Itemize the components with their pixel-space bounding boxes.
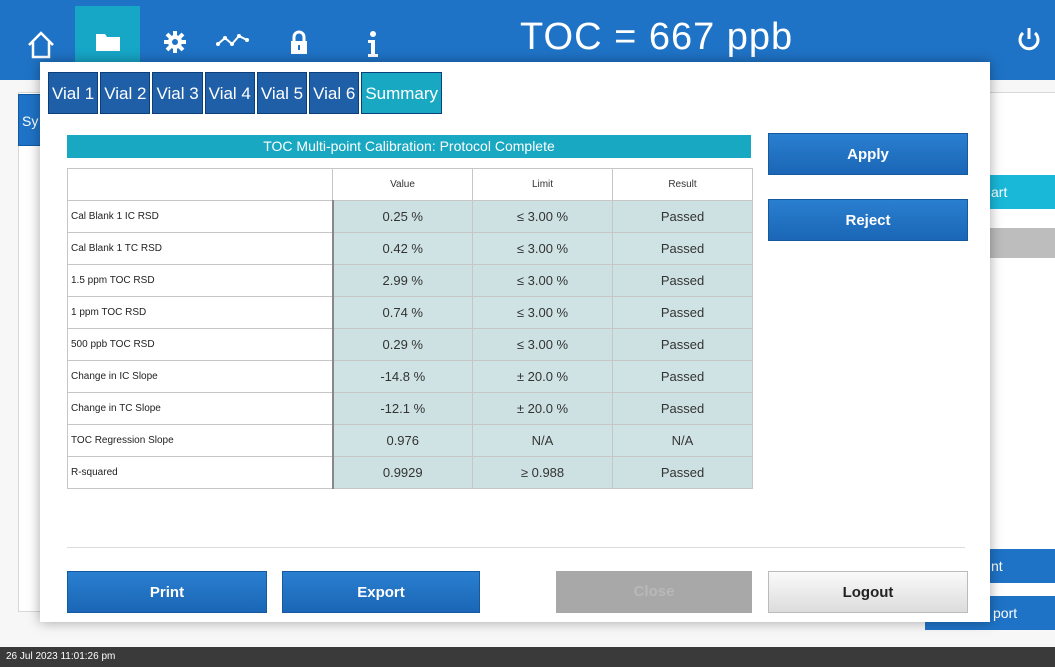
- row-limit: N/A: [472, 424, 613, 457]
- reject-button[interactable]: Reject: [768, 199, 968, 241]
- table-row: Cal Blank 1 IC RSD 0.25 % ≤ 3.00 % Passed: [67, 200, 753, 233]
- tab-vial-6[interactable]: Vial 6: [309, 72, 360, 114]
- row-name: R-squared: [67, 456, 334, 489]
- row-value: 2.99 %: [332, 264, 473, 297]
- results-table: Value Limit Result Cal Blank 1 IC RSD 0.2…: [67, 168, 753, 489]
- row-value: -14.8 %: [332, 360, 473, 393]
- table-row: 1.5 ppm TOC RSD 2.99 % ≤ 3.00 % Passed: [67, 264, 753, 297]
- row-limit: ≤ 3.00 %: [472, 232, 613, 265]
- row-name: 1 ppm TOC RSD: [67, 296, 334, 329]
- print-button[interactable]: Print: [67, 571, 267, 613]
- table-row: 1 ppm TOC RSD 0.74 % ≤ 3.00 % Passed: [67, 296, 753, 329]
- row-name: Cal Blank 1 TC RSD: [67, 232, 334, 265]
- close-button: Close: [556, 571, 752, 613]
- row-value: 0.29 %: [332, 328, 473, 361]
- column-header-name: [67, 168, 333, 201]
- row-result: Passed: [612, 296, 753, 329]
- table-row: 500 ppb TOC RSD 0.29 % ≤ 3.00 % Passed: [67, 328, 753, 361]
- row-name: Cal Blank 1 IC RSD: [67, 200, 334, 233]
- row-result: N/A: [612, 424, 753, 457]
- background-start-button[interactable]: art: [985, 175, 1055, 209]
- row-value: -12.1 %: [332, 392, 473, 425]
- gear-icon: [163, 31, 186, 53]
- protocol-status-banner: TOC Multi-point Calibration: Protocol Co…: [67, 135, 751, 158]
- column-header-limit: Limit: [472, 168, 613, 201]
- row-result: Passed: [612, 456, 753, 489]
- table-row: R-squared 0.9929 ≥ 0.988 Passed: [67, 456, 753, 489]
- row-value: 0.74 %: [332, 296, 473, 329]
- table-row: Change in TC Slope -12.1 % ± 20.0 % Passed: [67, 392, 753, 425]
- row-limit: ≤ 3.00 %: [472, 296, 613, 329]
- power-icon: [1018, 28, 1040, 51]
- row-result: Passed: [612, 264, 753, 297]
- row-value: 0.25 %: [332, 200, 473, 233]
- row-name: TOC Regression Slope: [67, 424, 334, 457]
- row-name: Change in TC Slope: [67, 392, 334, 425]
- background-disabled-button: [985, 228, 1055, 258]
- column-header-value: Value: [332, 168, 473, 201]
- apply-button[interactable]: Apply: [768, 133, 968, 175]
- results-body: Cal Blank 1 IC RSD 0.25 % ≤ 3.00 % Passed Ca…: [67, 200, 753, 489]
- table-row: Change in IC Slope -14.8 % ± 20.0 % Passed: [67, 360, 753, 393]
- vial-tabs: Vial 1 Vial 2 Vial 3 Vial 4 Vial 5 Vial …: [48, 72, 444, 114]
- row-limit: ≤ 3.00 %: [472, 264, 613, 297]
- tab-vial-4[interactable]: Vial 4: [204, 72, 255, 114]
- info-icon: [367, 31, 378, 57]
- logout-button[interactable]: Logout: [768, 571, 968, 613]
- row-limit: ≤ 3.00 %: [472, 200, 613, 233]
- lock-icon: [290, 30, 307, 54]
- row-result: Passed: [612, 200, 753, 233]
- row-limit: ≤ 3.00 %: [472, 328, 613, 361]
- tab-vial-5[interactable]: Vial 5: [256, 72, 308, 114]
- row-name: 1.5 ppm TOC RSD: [67, 264, 334, 297]
- row-value: 0.42 %: [332, 232, 473, 265]
- row-name: Change in IC Slope: [67, 360, 334, 393]
- table-row: Cal Blank 1 TC RSD 0.42 % ≤ 3.00 % Passed: [67, 232, 753, 265]
- table-row: TOC Regression Slope 0.976 N/A N/A: [67, 424, 753, 457]
- background-print-button[interactable]: nt: [985, 549, 1055, 583]
- tab-vial-2[interactable]: Vial 2: [100, 72, 151, 114]
- export-button[interactable]: Export: [282, 571, 480, 613]
- table-header-row: Value Limit Result: [67, 168, 753, 201]
- row-name: 500 ppb TOC RSD: [67, 328, 334, 361]
- row-result: Passed: [612, 360, 753, 393]
- row-limit: ≥ 0.988: [472, 456, 613, 489]
- toc-reading: TOC = 667 ppb: [520, 16, 794, 58]
- row-limit: ± 20.0 %: [472, 392, 613, 425]
- row-result: Passed: [612, 232, 753, 265]
- status-bar-datetime: 26 Jul 2023 11:01:26 pm: [0, 647, 1055, 667]
- column-header-result: Result: [612, 168, 753, 201]
- graph-icon: [215, 34, 249, 46]
- row-result: Passed: [612, 328, 753, 361]
- row-value: 0.9929: [332, 456, 473, 489]
- row-limit: ± 20.0 %: [472, 360, 613, 393]
- tab-vial-3[interactable]: Vial 3: [152, 72, 203, 114]
- home-icon: [27, 31, 54, 59]
- power-button[interactable]: [1015, 26, 1043, 59]
- tab-summary[interactable]: Summary: [361, 72, 443, 114]
- folder-icon: [95, 34, 120, 51]
- row-value: 0.976: [332, 424, 473, 457]
- footer-divider: [67, 547, 965, 548]
- calibration-summary-dialog: Vial 1 Vial 2 Vial 3 Vial 4 Vial 5 Vial …: [40, 62, 990, 622]
- row-result: Passed: [612, 392, 753, 425]
- tab-vial-1[interactable]: Vial 1: [48, 72, 99, 114]
